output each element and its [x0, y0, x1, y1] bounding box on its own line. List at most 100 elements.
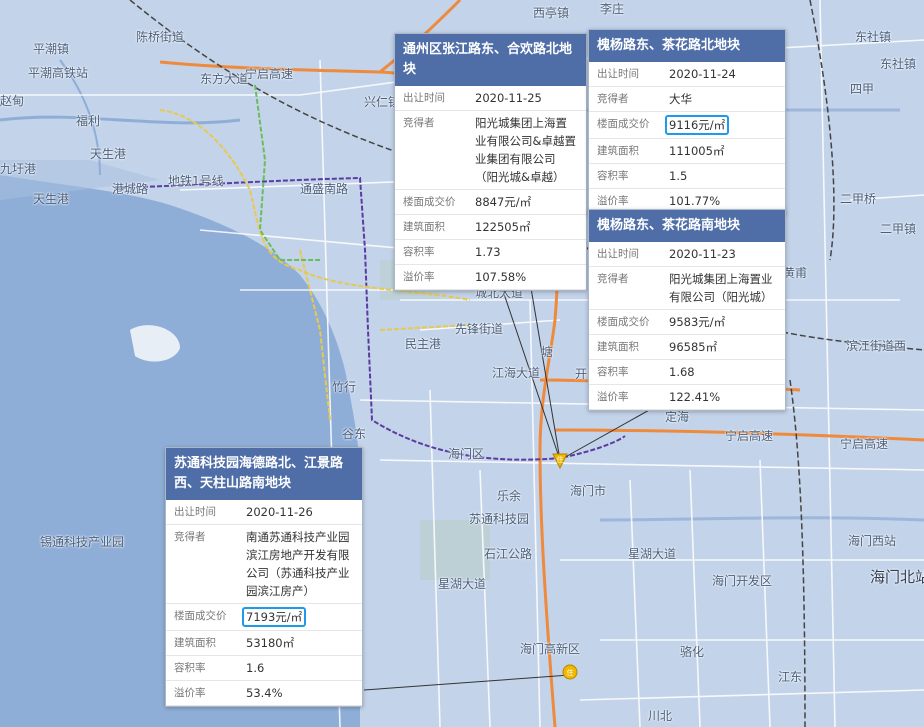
field-value: 南通苏通科技产业园滨江房地产开发有限公司（苏通科技产业园滨江房产） [238, 524, 362, 604]
parcel-card-huaiyang-north[interactable]: 槐杨路东、茶花路北地块 出让时间 2020-11-24 竞得者 大华 楼面成交价 91… [588, 29, 786, 215]
field-value: 阳光城集团上海置业有限公司&卓越置业集团有限公司（阳光城&卓越） [467, 110, 586, 190]
place-label: 苏通科技园 [469, 512, 530, 526]
field-label: 出让时间 [589, 62, 661, 87]
place-label: 九圩港 [0, 162, 37, 176]
field-label: 容积率 [166, 655, 238, 681]
road-label: 宁启高速 [840, 437, 889, 451]
parcel-title: 通州区张江路东、合欢路北地块 [395, 34, 586, 86]
parcel-title: 槐杨路东、茶花路南地块 [589, 210, 785, 242]
field-value: 大华 [661, 86, 785, 112]
price-highlight: 9116元/㎡ [665, 115, 730, 135]
field-value: 1.6 [238, 655, 362, 681]
place-label: 先锋街道 [455, 322, 504, 336]
place-label: 海门市 [570, 484, 607, 498]
place-label: 星湖大道 [438, 577, 487, 591]
field-label: 出让时间 [166, 500, 238, 525]
field-value: 122505㎡ [467, 214, 586, 240]
field-value: 8847元/㎡ [467, 189, 586, 215]
place-label: 东方大道 [200, 72, 249, 86]
parcel-card-sutong[interactable]: 苏通科技园海德路北、江景路西、天柱山路南地块 出让时间 2020-11-26 竞得… [165, 447, 363, 707]
field-label: 溢价率 [395, 264, 467, 290]
field-label: 楼面成交价 [395, 189, 467, 215]
field-label: 容积率 [589, 163, 661, 189]
field-value: 1.68 [661, 359, 785, 385]
place-label: 平潮高铁站 [28, 66, 89, 80]
place-label: 川北 [648, 709, 673, 723]
place-label: 四甲 [850, 82, 875, 96]
place-label: 西亭镇 [533, 6, 570, 20]
place-label: 海门区 [448, 447, 485, 461]
field-value: 111005㎡ [661, 138, 785, 164]
field-value: 1.73 [467, 239, 586, 265]
field-label: 出让时间 [589, 242, 661, 267]
place-label: 陈桥街道 [136, 30, 185, 44]
field-label: 溢价率 [166, 680, 238, 706]
place-label: 谷东 [342, 427, 367, 441]
place-label: 江东 [778, 670, 803, 684]
place-label: 骆化 [680, 645, 705, 659]
field-label: 楼面成交价 [166, 603, 238, 631]
place-label: 赵甸 [0, 94, 25, 108]
road-label: 宁启高速 [725, 429, 774, 443]
field-value: 2020-11-24 [661, 62, 785, 87]
field-value: 2020-11-23 [661, 242, 785, 267]
road-label: 宁启高速 [245, 67, 294, 81]
place-label: 星湖大道 [628, 547, 677, 561]
road-label: 港城路 [112, 182, 149, 196]
field-label: 溢价率 [589, 384, 661, 410]
place-label: 塘 [541, 345, 554, 359]
place-label: 石江公路 [484, 547, 533, 561]
place-label: 锡通科技产业园 [40, 535, 125, 549]
field-label: 楼面成交价 [589, 111, 661, 139]
parcel-card-tongzhou[interactable]: 通州区张江路东、合欢路北地块 出让时间 2020-11-25 竞得者 阳光城集团上海… [394, 33, 587, 291]
price-highlight: 7193元/㎡ [242, 607, 307, 627]
place-label: 海门开发区 [712, 574, 773, 588]
place-label: 民主港 [405, 337, 442, 351]
field-value: 9583元/㎡ [661, 309, 785, 335]
field-value: 2020-11-25 [467, 86, 586, 111]
parcel-pin-icon[interactable]: 住 [561, 664, 579, 682]
field-value: 阳光城集团上海置业有限公司（阳光城） [661, 266, 785, 310]
field-value: 1.5 [661, 163, 785, 189]
place-label: 东社镇 [855, 30, 892, 44]
place-label: 滨江街道西 [846, 339, 907, 353]
field-label: 竞得者 [166, 524, 238, 604]
parcel-title: 槐杨路东、茶花路北地块 [589, 30, 785, 62]
parcel-card-huaiyang-south[interactable]: 槐杨路东、茶花路南地块 出让时间 2020-11-23 竞得者 阳光城集团上海置业有… [588, 209, 786, 411]
svg-text:住: 住 [557, 455, 564, 464]
place-label: 海门北站 [870, 568, 924, 586]
parcel-pin-icon[interactable]: 住 [551, 451, 569, 469]
field-label: 楼面成交价 [589, 309, 661, 335]
field-label: 容积率 [589, 359, 661, 385]
place-label: 海门西站 [848, 534, 897, 548]
parcel-title: 苏通科技园海德路北、江景路西、天柱山路南地块 [166, 448, 362, 500]
place-label: 二甲桥 [840, 192, 877, 206]
place-label: 天生港 [33, 192, 70, 206]
place-label: 黄甫 [783, 266, 808, 280]
field-label: 竞得者 [589, 86, 661, 112]
place-label: 二甲镇 [880, 222, 917, 236]
road-label: 地铁1号线 [168, 174, 224, 188]
field-label: 出让时间 [395, 86, 467, 111]
place-label: 天生港 [90, 147, 127, 161]
place-label: 平潮镇 [33, 42, 70, 56]
field-label: 建筑面积 [589, 138, 661, 164]
field-label: 容积率 [395, 239, 467, 265]
field-value: 96585㎡ [661, 334, 785, 360]
place-label: 海门高新区 [520, 642, 581, 656]
field-label: 竞得者 [395, 110, 467, 190]
place-label: 江海大道 [492, 366, 541, 380]
field-label: 竞得者 [589, 266, 661, 310]
place-label: 通盛南路 [300, 182, 349, 196]
field-value: 122.41% [661, 384, 785, 410]
place-label: 竹行 [332, 380, 357, 394]
field-value: 53180㎡ [238, 630, 362, 656]
place-label: 乐余 [497, 489, 522, 503]
place-label: 福利 [76, 114, 101, 128]
field-label: 建筑面积 [166, 630, 238, 656]
field-value: 2020-11-26 [238, 500, 362, 525]
place-label: 东社镇 [880, 57, 917, 71]
field-value: 53.4% [238, 680, 362, 706]
field-label: 建筑面积 [589, 334, 661, 360]
field-value: 107.58% [467, 264, 586, 290]
